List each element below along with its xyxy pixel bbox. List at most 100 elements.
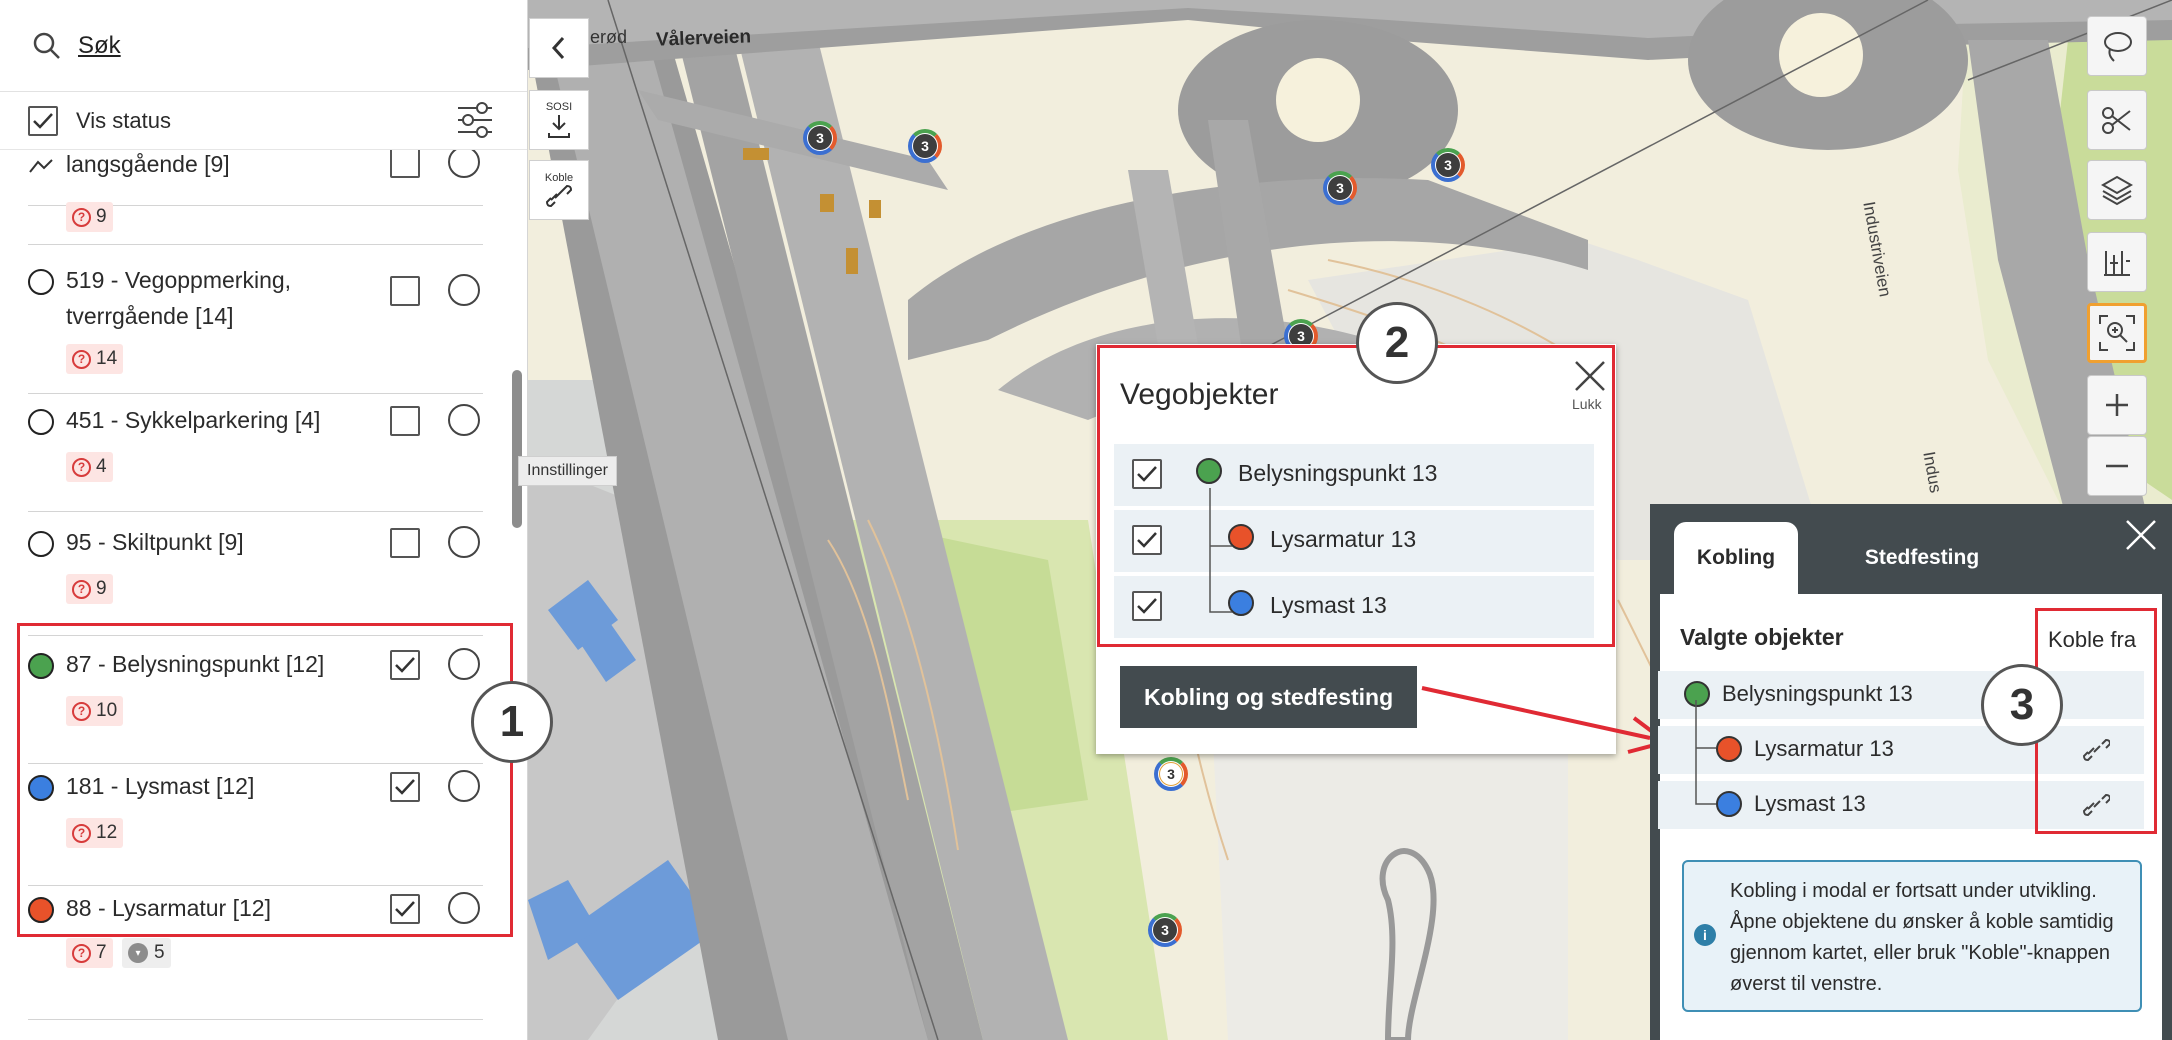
vego-checkbox[interactable] — [1132, 459, 1162, 489]
search-bar[interactable]: Søk — [0, 0, 527, 92]
layer-row-lysarmatur[interactable]: 88 - Lysarmatur [12] ? 7 ▾ 5 — [28, 890, 483, 1020]
layer-checkbox[interactable] — [390, 772, 420, 802]
layer-color-dot — [28, 531, 54, 557]
zoom-to-selection-button[interactable] — [2087, 303, 2147, 363]
warning-icon: ? — [72, 457, 91, 477]
object-color-dot — [1196, 458, 1222, 484]
download-icon — [548, 115, 570, 138]
filter-settings-button[interactable] — [456, 100, 494, 145]
callout-2: 2 — [1356, 302, 1438, 384]
object-label: Belysningspunkt 13 — [1722, 681, 1913, 706]
layer-checkbox[interactable] — [390, 406, 420, 436]
layer-title: 519 - Vegoppmerking, tverrgående [14] — [66, 267, 292, 329]
valgte-objekter-title: Valgte objekter — [1680, 624, 1844, 650]
layer-radio[interactable] — [448, 404, 480, 436]
layer-color-dot — [28, 409, 54, 435]
lasso-select-button[interactable] — [2087, 16, 2147, 76]
layer-row[interactable]: 451 - Sykkelparkering [4] ? 4 — [28, 402, 483, 512]
map-cluster[interactable]: 3 — [908, 129, 942, 163]
kobling-row: Belysningspunkt 13 — [1658, 671, 2144, 719]
close-icon[interactable] — [2124, 518, 2158, 552]
layer-row[interactable]: 95 - Skiltpunkt [9] ? 9 — [28, 524, 483, 636]
search-link[interactable]: Søk — [78, 32, 121, 60]
collapse-sidebar-button[interactable] — [529, 18, 589, 78]
tab-stedfesting[interactable]: Stedfesting — [1822, 522, 2022, 594]
issue-badge: ? 9 — [66, 574, 113, 604]
annotation-arrow — [1421, 686, 1670, 754]
vego-checkbox[interactable] — [1132, 525, 1162, 555]
link-icon — [545, 184, 573, 208]
sosi-download-button[interactable]: SOSI — [529, 90, 589, 150]
checkmark-icon — [395, 901, 415, 917]
issue-badge: ? 10 — [66, 696, 124, 726]
layer-radio[interactable] — [448, 648, 480, 680]
scissors-icon — [2102, 107, 2131, 134]
layer-checkbox[interactable] — [390, 276, 420, 306]
map-cluster[interactable]: 3 — [1154, 757, 1188, 791]
info-text: Kobling i modal er fortsatt under utvikl… — [1730, 880, 2114, 995]
callout-1: 1 — [471, 681, 553, 763]
layers-button[interactable] — [2087, 160, 2147, 220]
koble-button[interactable]: Koble — [529, 160, 589, 220]
layer-row-belysningspunkt[interactable]: 87 - Belysningspunkt [12] ? 10 — [28, 646, 483, 764]
layer-radio[interactable] — [448, 892, 480, 924]
layer-checkbox[interactable] — [390, 894, 420, 924]
layer-radio[interactable] — [448, 526, 480, 558]
sosi-label: SOSI — [545, 101, 573, 113]
layer-row[interactable]: langsgående [9] ? 9 — [28, 150, 483, 232]
tab-kobling[interactable]: Kobling — [1674, 522, 1798, 594]
issue-badge: ? 9 — [66, 202, 113, 232]
tree-lines — [1209, 488, 1232, 613]
kobling-og-stedfesting-button[interactable]: Kobling og stedfesting — [1120, 666, 1418, 728]
cut-tool-button[interactable] — [2087, 90, 2147, 150]
object-label: Lysmast 13 — [1754, 791, 1866, 816]
layer-row-lysmast[interactable]: 181 - Lysmast [12] ? 12 — [28, 768, 483, 886]
warning-icon: ? — [72, 701, 91, 721]
info-icon: i — [1694, 924, 1716, 946]
filter-icon: ▾ — [128, 943, 148, 963]
vego-row[interactable]: Lysmast 13 — [1114, 576, 1594, 638]
koble-label: Koble — [544, 172, 574, 184]
layer-title: 87 - Belysningspunkt [12] — [66, 651, 325, 677]
layer-title: langsgående [9] — [66, 151, 230, 177]
warning-icon: ? — [72, 943, 91, 963]
unlink-icon[interactable] — [2082, 736, 2110, 764]
measure-button[interactable] — [2087, 232, 2147, 292]
unlink-icon[interactable] — [2082, 791, 2110, 819]
warning-icon: ? — [72, 579, 91, 599]
close-icon[interactable] — [1572, 358, 1608, 394]
scrollbar[interactable] — [512, 370, 522, 528]
line-icon — [29, 159, 53, 173]
map-cluster[interactable]: 3 — [1323, 171, 1357, 205]
close-label[interactable]: Lukk — [1572, 396, 1602, 412]
map-cluster[interactable]: 3 — [1148, 913, 1182, 947]
road-label-valerveien: Vålerveien — [655, 26, 752, 51]
vego-row[interactable]: Lysarmatur 13 — [1114, 510, 1594, 572]
map-cluster[interactable]: 3 — [1431, 148, 1465, 182]
layer-radio[interactable] — [448, 274, 480, 306]
layer-title: 451 - Sykkelparkering [4] — [66, 407, 321, 433]
map-cluster[interactable]: 3 — [803, 121, 837, 155]
kobling-row: Lysarmatur 13 — [1658, 726, 2144, 774]
vis-status-checkbox[interactable] — [28, 105, 58, 136]
vis-status-label: Vis status — [76, 107, 171, 133]
layer-radio[interactable] — [448, 770, 480, 802]
zoom-in-button[interactable] — [2087, 375, 2147, 435]
layer-checkbox[interactable] — [390, 528, 420, 558]
layer-checkbox[interactable] — [390, 650, 420, 680]
checkmark-icon — [1137, 532, 1157, 548]
zoom-out-button[interactable] — [2087, 436, 2147, 496]
layer-row[interactable]: 519 - Vegoppmerking, tverrgående [14] ? 1… — [28, 262, 483, 394]
info-box: i Kobling i modal er fortsatt under utvi… — [1682, 860, 2142, 1012]
vego-row[interactable]: Belysningspunkt 13 — [1114, 444, 1594, 506]
layer-radio[interactable] — [448, 150, 480, 178]
vego-checkbox[interactable] — [1132, 591, 1162, 621]
layer-checkbox[interactable] — [390, 150, 420, 178]
tree-lines — [1695, 700, 1716, 805]
kobling-row: Lysmast 13 — [1658, 781, 2144, 829]
minus-icon — [2106, 464, 2128, 468]
checkmark-icon — [395, 657, 415, 673]
object-label: Lysarmatur 13 — [1754, 736, 1894, 761]
object-label: Lysmast 13 — [1270, 592, 1387, 618]
popup-title: Vegobjekter — [1120, 378, 1279, 411]
